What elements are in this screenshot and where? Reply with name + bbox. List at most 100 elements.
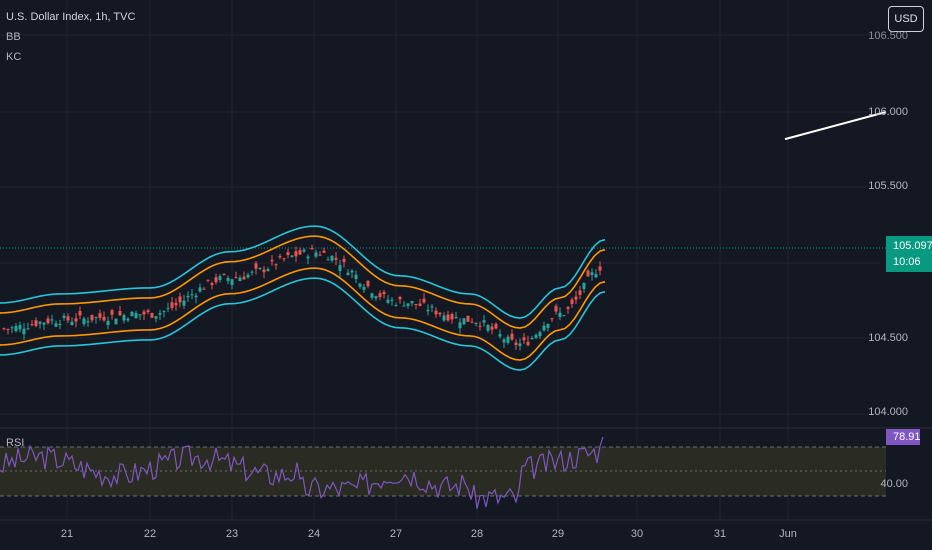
candle-body (54, 323, 58, 327)
candle-body (78, 311, 82, 316)
candle-body (22, 328, 26, 335)
price-chart[interactable] (0, 0, 932, 550)
candle-body (454, 316, 458, 319)
candle-body (342, 258, 346, 262)
candle-body (490, 326, 494, 330)
candle-body (334, 257, 338, 260)
price-tick-partial: 106.500 (868, 30, 908, 42)
price-tick: 104.500 (868, 332, 908, 344)
candle-body (430, 306, 434, 308)
currency-button[interactable]: USD (888, 6, 924, 32)
candle-body (506, 336, 510, 343)
time-tick: Jun (779, 528, 797, 540)
candle-body (230, 279, 234, 285)
candle-body (138, 314, 142, 316)
time-tick: 30 (630, 528, 644, 540)
candle-body (458, 322, 462, 329)
candle-body (190, 294, 194, 296)
candle-body (258, 267, 262, 269)
candle-body (566, 307, 570, 309)
price-tick: 104.000 (868, 406, 908, 418)
candle-body (118, 311, 122, 316)
candle-body (62, 315, 66, 318)
candle-body (46, 318, 50, 324)
price-tick: 106.000 (868, 106, 908, 118)
candle-body (546, 323, 550, 329)
candle-body (302, 249, 306, 252)
candle-body (98, 313, 102, 318)
candle-body (14, 326, 18, 332)
symbol-title[interactable]: U.S. Dollar Index, 1h, TVC (6, 11, 135, 23)
candle-body (158, 313, 162, 315)
candle-body (86, 321, 90, 323)
candle-body (178, 296, 182, 303)
candle-body (550, 318, 554, 320)
candle-body (582, 282, 586, 289)
candle-body (394, 305, 398, 307)
candle-body (470, 321, 474, 323)
candle-body (314, 252, 318, 257)
candle-body (10, 327, 14, 329)
candle-body (502, 339, 506, 343)
candle-body (262, 269, 266, 273)
candle-body (38, 321, 42, 324)
candle-body (218, 276, 222, 281)
candle-body (426, 309, 430, 312)
rsi-label[interactable]: RSI (6, 437, 24, 449)
rsi-value-tag: 78.91 (886, 429, 921, 445)
candle-body (134, 313, 138, 319)
candle-body (410, 301, 414, 304)
candle-body (198, 287, 202, 292)
candle-body (298, 250, 302, 255)
candle-body (422, 298, 426, 303)
candle-body (182, 300, 186, 306)
candle-body (122, 315, 126, 321)
candle-body (18, 325, 22, 330)
candle-body (74, 318, 78, 322)
candle-body (478, 325, 482, 327)
candle-body (482, 320, 486, 323)
candle-body (34, 320, 38, 327)
candle-body (366, 280, 370, 287)
kc-indicator-label[interactable]: KC (6, 51, 21, 63)
candle-body (382, 292, 386, 295)
candle-body (162, 310, 166, 312)
candle-body (106, 320, 110, 326)
candle-body (446, 314, 450, 321)
candle-body (330, 255, 334, 261)
candle-body (234, 277, 238, 279)
candle-body (486, 324, 490, 331)
candle-body (378, 293, 382, 298)
candle-body (186, 295, 190, 298)
candle-body (130, 311, 134, 317)
candle-body (598, 266, 602, 271)
candle-body (42, 322, 46, 325)
candle-body (574, 296, 578, 300)
candle-body (590, 272, 594, 276)
candle-body (522, 337, 526, 341)
candle-body (102, 316, 106, 321)
candle-body (250, 271, 254, 273)
time-tick: 23 (225, 528, 239, 540)
candle-body (462, 318, 466, 325)
candle-body (202, 288, 206, 290)
candle-body (226, 277, 230, 281)
candle-body (170, 302, 174, 308)
bar-countdown: 10:06 (893, 256, 921, 268)
candle-body (210, 283, 214, 285)
candle-body (26, 328, 30, 330)
candle-body (414, 303, 418, 305)
candle-body (350, 270, 354, 273)
bb-indicator-label[interactable]: BB (6, 31, 21, 43)
last-price-value: 105.097 (893, 240, 932, 252)
candle-body (570, 299, 574, 304)
candle-body (326, 259, 330, 261)
candle-body (374, 296, 378, 299)
candle-body (534, 334, 538, 338)
candle-body (274, 264, 278, 266)
candle-body (206, 279, 210, 281)
candle-body (318, 254, 322, 256)
candle-body (238, 277, 242, 282)
candle-body (126, 318, 130, 321)
candle-body (406, 303, 410, 306)
